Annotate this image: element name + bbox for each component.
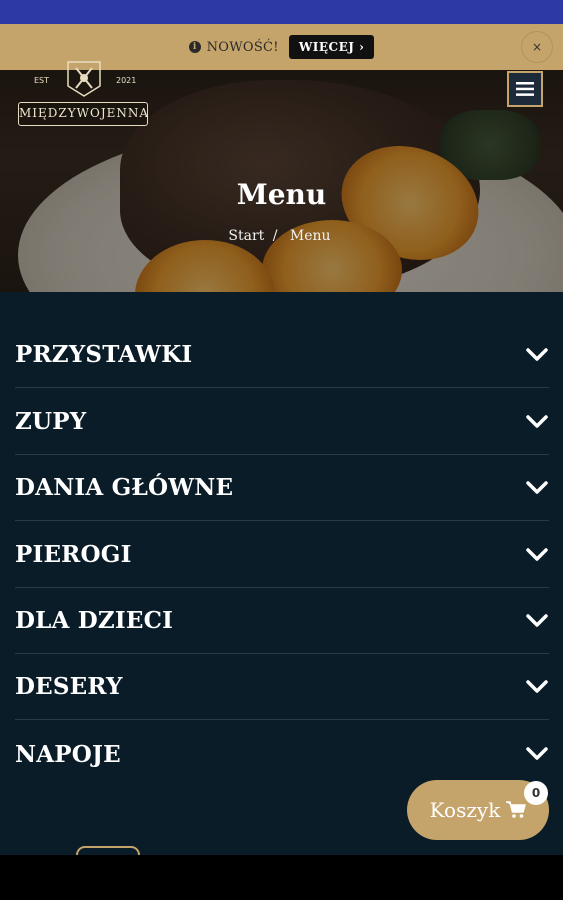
chevron-down-icon: [526, 613, 548, 627]
page-title: Menu: [236, 178, 327, 211]
category-label: DLA DZIECI: [15, 607, 174, 634]
chevron-down-icon: [526, 414, 548, 428]
category-dania-glowne[interactable]: DANIA GŁÓWNE: [15, 455, 549, 521]
category-przystawki[interactable]: PRZYSTAWKI: [15, 322, 549, 388]
system-navigation-bar: [0, 855, 563, 900]
footer-logo: [76, 846, 140, 855]
chevron-down-icon: [526, 547, 548, 561]
info-icon: i: [188, 41, 201, 53]
chevron-down-icon: [526, 347, 548, 361]
notice-info: i NOWOŚĆ!: [188, 39, 279, 55]
cart-icon: [506, 801, 527, 818]
category-napoje[interactable]: NAPOJE: [15, 721, 549, 787]
category-label: NAPOJE: [15, 740, 121, 768]
category-zupy[interactable]: ZUPY: [15, 389, 549, 455]
cart-label: Koszyk: [429, 798, 501, 822]
logo-name: MIĘDZYWOJENNA: [18, 102, 148, 126]
chevron-down-icon: [526, 679, 548, 693]
category-label: DANIA GŁÓWNE: [15, 474, 234, 501]
cart-count-badge: 0: [524, 781, 548, 805]
chevron-down-icon: [526, 747, 548, 760]
restaurant-logo[interactable]: EST 2021 MIĘDZYWOJENNA: [18, 61, 148, 130]
logo-year: 2021: [116, 76, 137, 85]
chevron-down-icon: [526, 480, 548, 494]
category-desery[interactable]: DESERY: [15, 654, 549, 720]
status-bar: [0, 0, 563, 24]
hamburger-menu-button[interactable]: [507, 71, 543, 107]
category-label: PIEROGI: [15, 541, 132, 568]
logo-est: EST: [34, 76, 50, 85]
breadcrumb: Start / Menu: [0, 228, 563, 244]
menu-category-list: PRZYSTAWKI ZUPY DANIA GŁÓWNE PIEROGI DLA…: [0, 292, 563, 855]
breadcrumb-current: Menu: [289, 228, 331, 244]
logo-emblem-icon: [67, 61, 101, 97]
category-dla-dzieci[interactable]: DLA DZIECI: [15, 588, 549, 654]
category-label: ZUPY: [15, 408, 87, 435]
notice-text: NOWOŚĆ!: [206, 39, 279, 55]
more-button[interactable]: WIĘCEJ ›: [288, 35, 375, 59]
hamburger-icon: [516, 82, 534, 96]
breadcrumb-home-link[interactable]: Start: [228, 228, 264, 244]
category-label: PRZYSTAWKI: [15, 341, 193, 368]
category-pierogi[interactable]: PIEROGI: [15, 522, 549, 588]
breadcrumb-separator: /: [272, 228, 278, 244]
category-label: DESERY: [15, 673, 123, 700]
close-icon[interactable]: ×: [521, 31, 553, 63]
